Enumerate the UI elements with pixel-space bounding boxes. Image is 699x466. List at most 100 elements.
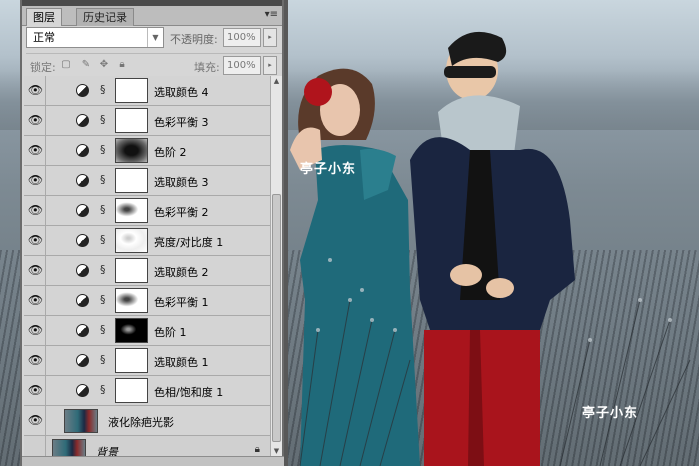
adjustment-layer-icon[interactable] xyxy=(76,174,89,187)
adjustment-layer-icon[interactable] xyxy=(76,354,89,367)
layer-mask-thumbnail[interactable] xyxy=(115,378,148,403)
opacity-slider-button[interactable]: ▸ xyxy=(263,28,277,47)
layer-row[interactable]: 👁︎ § 色相/饱和度 1 xyxy=(24,376,270,406)
adjustment-layer-icon[interactable] xyxy=(76,144,89,157)
scroll-down-icon[interactable]: ▼ xyxy=(271,446,282,456)
layer-mask-thumbnail[interactable] xyxy=(115,198,148,223)
eye-visibility-icon[interactable]: 👁︎ xyxy=(26,256,46,285)
layer-name[interactable]: 选取颜色 1 xyxy=(154,354,209,370)
layer-row[interactable]: 👁︎ § 色阶 2 xyxy=(24,136,270,166)
eye-visibility-icon[interactable]: 👁︎ xyxy=(26,106,46,135)
link-chain-icon[interactable]: § xyxy=(100,143,106,156)
link-chain-icon[interactable]: § xyxy=(100,323,106,336)
layers-scrollbar[interactable]: ▲ ▼ xyxy=(270,76,282,456)
layer-mask-thumbnail[interactable] xyxy=(115,168,148,193)
visibility-toggle-empty[interactable] xyxy=(26,436,46,456)
tab-layers[interactable]: 图层 xyxy=(26,8,62,26)
scroll-up-icon[interactable]: ▲ xyxy=(271,76,282,86)
link-chain-icon[interactable]: § xyxy=(100,83,106,96)
scrollbar-thumb[interactable] xyxy=(272,194,281,442)
layer-row[interactable]: 👁︎ § 选取颜色 2 xyxy=(24,256,270,286)
link-chain-icon[interactable]: § xyxy=(100,203,106,216)
layer-row[interactable]: 👁︎ § 色彩平衡 1 xyxy=(24,286,270,316)
layer-mask-thumbnail[interactable] xyxy=(115,138,148,163)
layer-name[interactable]: 液化除疤光影 xyxy=(108,414,174,430)
eye-visibility-icon[interactable]: 👁︎ xyxy=(26,166,46,195)
layer-name[interactable]: 背景 xyxy=(96,444,118,456)
opacity-input[interactable]: 100% xyxy=(223,28,261,47)
layer-lock-icon: 🔒︎ xyxy=(254,444,260,455)
watermark-top-title: 亭子小东 xyxy=(300,162,357,177)
adjustment-layer-icon[interactable] xyxy=(76,294,89,307)
layer-mask-thumbnail[interactable] xyxy=(115,318,148,343)
adjustment-layer-icon[interactable] xyxy=(76,324,89,337)
adjustment-layer-icon[interactable] xyxy=(76,384,89,397)
layer-row[interactable]: 背景 🔒︎ xyxy=(24,436,270,456)
adjustment-layer-icon[interactable] xyxy=(76,114,89,127)
fill-input[interactable]: 100% xyxy=(223,56,261,75)
layer-mask-thumbnail[interactable] xyxy=(115,78,148,103)
layer-name[interactable]: 色阶 2 xyxy=(154,144,187,160)
layer-row[interactable]: 👁︎ § 选取颜色 3 xyxy=(24,166,270,196)
layer-name[interactable]: 选取颜色 2 xyxy=(154,264,209,280)
layer-row[interactable]: 👁︎ § 色阶 1 xyxy=(24,316,270,346)
panel-tabs: 图层 历史记录 ▾≡ xyxy=(22,6,282,26)
link-chain-icon[interactable]: § xyxy=(100,113,106,126)
layer-name[interactable]: 色彩平衡 1 xyxy=(154,294,209,310)
layer-name[interactable]: 色彩平衡 3 xyxy=(154,114,209,130)
link-chain-icon[interactable]: § xyxy=(100,383,106,396)
eye-visibility-icon[interactable]: 👁︎ xyxy=(26,406,46,435)
layer-row[interactable]: 👁︎ § 亮度/对比度 1 xyxy=(24,226,270,256)
link-chain-icon[interactable]: § xyxy=(100,233,106,246)
adjustment-layer-icon[interactable] xyxy=(76,234,89,247)
link-chain-icon[interactable]: § xyxy=(100,263,106,276)
layer-row[interactable]: 👁︎ § 色彩平衡 3 xyxy=(24,106,270,136)
eye-visibility-icon[interactable]: 👁︎ xyxy=(26,136,46,165)
layer-row[interactable]: 👁︎ 液化除疤光影 xyxy=(24,406,270,436)
layer-name[interactable]: 色相/饱和度 1 xyxy=(154,384,223,400)
layer-thumbnail[interactable] xyxy=(64,409,98,433)
eye-visibility-icon[interactable]: 👁︎ xyxy=(26,346,46,375)
link-chain-icon[interactable]: § xyxy=(100,173,106,186)
eye-visibility-icon[interactable]: 👁︎ xyxy=(26,76,46,105)
blend-row: 正常 ▼ 不透明度: 100% ▸ xyxy=(26,27,282,49)
panel-bottom-toolbar xyxy=(22,456,284,466)
layer-row[interactable]: 👁︎ § 色彩平衡 2 xyxy=(24,196,270,226)
eye-visibility-icon[interactable]: 👁︎ xyxy=(26,226,46,255)
layer-name[interactable]: 亮度/对比度 1 xyxy=(154,234,223,250)
opacity-label: 不透明度: xyxy=(170,33,218,46)
lock-transparency-icon[interactable]: ▢ xyxy=(60,59,72,71)
layer-mask-thumbnail[interactable] xyxy=(115,288,148,313)
layers-list: 👁︎ § 选取颜色 4 👁︎ § 色彩平衡 3 👁︎ § 色阶 2 👁︎ § 选取颜色 3 👁︎ § 色彩平… xyxy=(24,76,270,456)
eye-visibility-icon[interactable]: 👁︎ xyxy=(26,286,46,315)
lock-label: 锁定: xyxy=(30,61,56,74)
panel-menu-icon[interactable]: ▾≡ xyxy=(265,9,278,20)
eye-visibility-icon[interactable]: 👁︎ xyxy=(26,316,46,345)
lock-all-icon[interactable]: 🔒︎ xyxy=(116,59,128,71)
blend-mode-select[interactable]: 正常 ▼ xyxy=(26,27,164,48)
layer-mask-thumbnail[interactable] xyxy=(115,348,148,373)
layers-panel: 图层 历史记录 ▾≡ 正常 ▼ 不透明度: 100% ▸ 锁定: ▢ ✎ ✥ 🔒… xyxy=(20,0,284,466)
tab-history[interactable]: 历史记录 xyxy=(76,8,134,26)
lock-position-move-icon[interactable]: ✥ xyxy=(98,59,110,71)
link-chain-icon[interactable]: § xyxy=(100,353,106,366)
layer-mask-thumbnail[interactable] xyxy=(115,258,148,283)
link-chain-icon[interactable]: § xyxy=(100,293,106,306)
eye-visibility-icon[interactable]: 👁︎ xyxy=(26,376,46,405)
chevron-down-icon[interactable]: ▼ xyxy=(147,28,163,47)
layer-name[interactable]: 色彩平衡 2 xyxy=(154,204,209,220)
layer-mask-thumbnail[interactable] xyxy=(115,228,148,253)
adjustment-layer-icon[interactable] xyxy=(76,84,89,97)
fill-slider-button[interactable]: ▸ xyxy=(263,56,277,75)
adjustment-layer-icon[interactable] xyxy=(76,204,89,217)
layer-name[interactable]: 选取颜色 4 xyxy=(154,84,209,100)
layer-thumbnail[interactable] xyxy=(52,439,86,456)
eye-visibility-icon[interactable]: 👁︎ xyxy=(26,196,46,225)
layer-row[interactable]: 👁︎ § 选取颜色 1 xyxy=(24,346,270,376)
layer-row[interactable]: 👁︎ § 选取颜色 4 xyxy=(24,76,270,106)
layer-name[interactable]: 选取颜色 3 xyxy=(154,174,209,190)
lock-pixels-brush-icon[interactable]: ✎ xyxy=(80,59,92,71)
layer-mask-thumbnail[interactable] xyxy=(115,108,148,133)
adjustment-layer-icon[interactable] xyxy=(76,264,89,277)
layer-name[interactable]: 色阶 1 xyxy=(154,324,187,340)
